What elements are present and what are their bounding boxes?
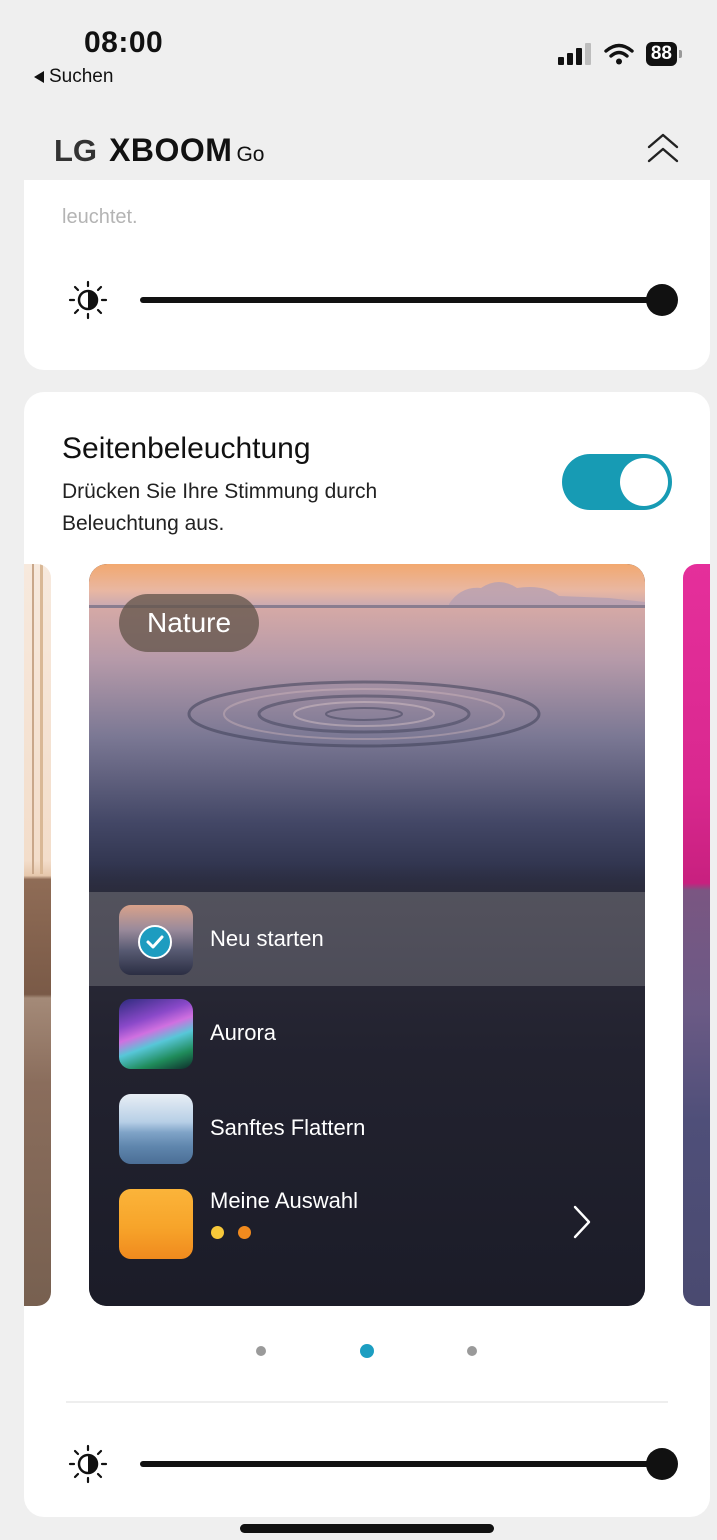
side-lighting-brightness-slider[interactable] [68, 1444, 678, 1484]
section-description: Drücken Sie Ihre Stimmung durch Beleucht… [62, 480, 378, 535]
section-title: Seitenbeleuchtung [62, 432, 311, 465]
preset-category-badge: Nature [119, 594, 260, 652]
checkmark-icon [146, 935, 164, 949]
next-preset-card[interactable] [683, 564, 710, 1306]
home-indicator[interactable] [240, 1524, 494, 1533]
slider-thumb[interactable] [646, 284, 678, 316]
list-item-meine-auswahl[interactable]: Meine Auswahl [89, 1176, 645, 1270]
slider-track [140, 1461, 656, 1467]
list-item-label: Neu starten [210, 926, 324, 951]
list-item-label: Sanftes Flattern [210, 1115, 366, 1140]
divider [66, 1401, 668, 1403]
list-item-neu-starten[interactable]: Neu starten [89, 892, 645, 986]
brand-logo: LG XBOOM Go [54, 132, 264, 169]
brand-lg: LG [54, 133, 98, 168]
list-item-label: Meine Auswahl [210, 1188, 358, 1213]
back-label: Suchen [49, 66, 114, 87]
wifi-icon [604, 43, 634, 65]
side-lighting-card: Seitenbeleuchtung Drücken Sie Ihre Stimm… [24, 392, 710, 1517]
brand-xboom: XBOOM [109, 132, 233, 168]
toggle-knob [620, 458, 668, 506]
main-light-card: leuchtet. [24, 180, 710, 370]
main-brightness-slider[interactable] [68, 280, 678, 320]
check-circle-icon [138, 925, 172, 959]
back-to-search-link[interactable]: Suchen [34, 66, 113, 88]
list-item-label: Aurora [210, 1020, 277, 1045]
battery-indicator: 88 [645, 42, 683, 66]
previous-preset-card[interactable] [24, 564, 51, 1306]
status-icons: 88 [557, 42, 683, 66]
brightness-icon [68, 280, 108, 320]
status-time: 08:00 [84, 26, 164, 59]
sanftes-flattern-thumbnail [119, 1094, 193, 1164]
neu-starten-thumbnail [119, 905, 193, 975]
color-dot-yellow [211, 1226, 224, 1239]
side-lighting-toggle[interactable] [562, 454, 672, 510]
carousel-pager [24, 1342, 710, 1362]
peek-stripe [40, 564, 43, 874]
preset-list: Neu starten Aurora Sanftes Flattern Mein… [89, 892, 645, 1306]
color-dot-orange [238, 1226, 251, 1239]
status-bar: 08:00 Suchen 88 [0, 0, 717, 100]
pager-dot-active[interactable] [360, 1344, 374, 1358]
chevron-right-icon[interactable] [571, 1203, 593, 1241]
cellular-signal-icon [557, 43, 591, 65]
back-arrow-icon [34, 71, 44, 83]
preset-card-nature: Nature Neu starten Aurora Sanftes Flatte… [89, 564, 645, 1306]
list-item-aurora[interactable]: Aurora [89, 986, 645, 1080]
aurora-thumbnail [119, 999, 193, 1069]
main-light-description: leuchtet. [62, 206, 138, 228]
peek-stripe [32, 564, 34, 874]
slider-track [140, 297, 656, 303]
pager-dot[interactable] [467, 1346, 477, 1356]
brand-go: Go [236, 143, 265, 166]
pager-dot[interactable] [256, 1346, 266, 1356]
list-item-sanftes-flattern[interactable]: Sanftes Flattern [89, 1081, 645, 1175]
brightness-icon [68, 1444, 108, 1484]
slider-thumb[interactable] [646, 1448, 678, 1480]
meine-auswahl-thumbnail [119, 1189, 193, 1259]
collapse-chevron-up-icon[interactable] [645, 130, 681, 166]
